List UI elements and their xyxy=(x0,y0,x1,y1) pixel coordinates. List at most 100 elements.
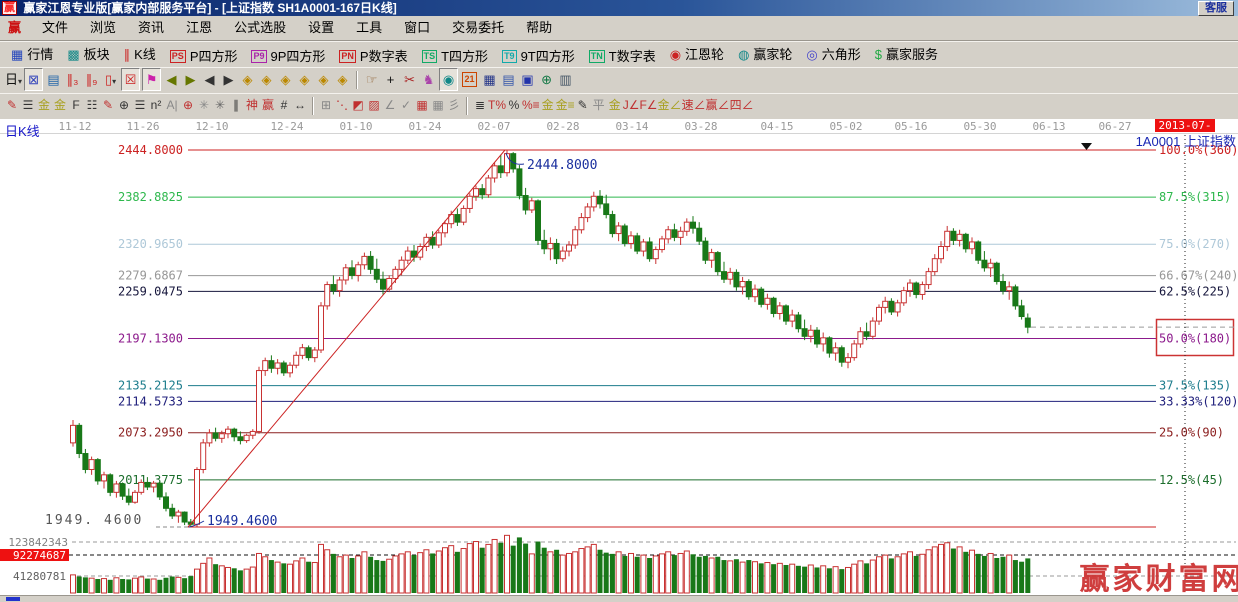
pen-icon[interactable]: ✎ xyxy=(4,95,20,116)
angle-icon[interactable]: ∠ xyxy=(382,95,398,116)
fibo-icon[interactable]: F xyxy=(68,95,84,116)
menu-item-6[interactable]: 工具 xyxy=(345,16,393,39)
toolbar-t-table-button[interactable]: TNT数字表 xyxy=(582,45,663,68)
gann-out-icon[interactable]: ◈ xyxy=(315,69,332,90)
ping-icon[interactable]: 平 xyxy=(591,95,607,116)
si-angle-icon[interactable]: 四∠ xyxy=(730,95,754,116)
toolbar-t-square-button[interactable]: TST四方形 xyxy=(415,45,495,68)
toolbar-kline-button[interactable]: ∥K线 xyxy=(117,43,163,66)
gann-both-icon[interactable]: ◈ xyxy=(277,69,294,90)
toolbar-p-table-button[interactable]: PNP数字表 xyxy=(332,45,414,68)
menu-item-7[interactable]: 窗口 xyxy=(393,16,441,39)
svg-text:1949. 4600: 1949. 4600 xyxy=(45,513,143,528)
menu-item-9[interactable]: 帮助 xyxy=(515,16,563,39)
customer-service-button[interactable]: 客服 xyxy=(1198,1,1234,16)
ying-icon[interactable]: 赢 xyxy=(260,95,276,116)
gann-right-icon[interactable]: ◈ xyxy=(258,69,275,90)
j-angle-icon[interactable]: J∠ xyxy=(623,95,640,116)
figure-icon[interactable]: ☒ xyxy=(121,68,140,91)
bars-9-icon[interactable]: ∥₉ xyxy=(83,69,100,90)
gann-all-icon[interactable]: ◈ xyxy=(334,69,351,90)
hand-icon[interactable]: ☞ xyxy=(363,69,380,90)
toolbar-9p-square-button[interactable]: P99P四方形 xyxy=(244,45,332,68)
menu-item-2[interactable]: 资讯 xyxy=(127,16,175,39)
star-chart-icon[interactable]: ⊠ xyxy=(24,68,43,91)
h-measure-icon[interactable]: ↔ xyxy=(292,95,308,116)
gann-left-icon[interactable]: ◈ xyxy=(239,69,256,90)
calculator-icon[interactable]: ▦ xyxy=(481,69,498,90)
gold-lines-2-icon[interactable]: 金 xyxy=(52,95,68,116)
network-icon[interactable]: ⊕ xyxy=(538,69,555,90)
pct-icon[interactable]: % xyxy=(506,95,522,116)
notes-icon[interactable]: ▤ xyxy=(500,69,517,90)
compass-icon[interactable]: ⊕ xyxy=(180,95,196,116)
gold-levels-icon[interactable]: 金≡ xyxy=(556,95,575,116)
chart-canvas[interactable]: 2444.8000100.0%(360)2382.882587.5%(315)2… xyxy=(0,133,1238,595)
toolbar-hexagon-button[interactable]: ◎六角形 xyxy=(799,43,867,66)
gold-circle-icon[interactable]: 金 xyxy=(540,95,556,116)
menu-item-5[interactable]: 设置 xyxy=(297,16,345,39)
arc-box-icon[interactable]: ◩ xyxy=(350,95,366,116)
hlines-icon[interactable]: ☰ xyxy=(20,95,36,116)
bars-pair-icon[interactable]: ∥ xyxy=(228,95,244,116)
flag-icon[interactable]: ⚑ xyxy=(142,68,161,91)
gann-in-icon[interactable]: ◈ xyxy=(296,69,313,90)
calendar-21-icon[interactable]: 21 xyxy=(462,72,477,87)
toolbar-sectors-button[interactable]: ▩板块 xyxy=(60,43,116,66)
t-pct-icon[interactable]: T% xyxy=(488,95,506,116)
menu-item-3[interactable]: 江恩 xyxy=(175,16,223,39)
knight-icon[interactable]: ♞ xyxy=(420,69,437,90)
menu-item-4[interactable]: 公式选股 xyxy=(223,16,297,39)
slashes-icon[interactable]: 彡 xyxy=(446,95,462,116)
n2-icon[interactable]: n² xyxy=(148,95,164,116)
su-angle-icon[interactable]: 速∠ xyxy=(682,95,706,116)
gold-2-icon[interactable]: 金 xyxy=(607,95,623,116)
toolbar-separator xyxy=(312,97,314,115)
ruler-icon[interactable]: # xyxy=(276,95,292,116)
gold-lines-1-icon[interactable]: 金 xyxy=(36,95,52,116)
gold-angle-icon[interactable]: 金∠ xyxy=(658,95,682,116)
toolbar-winner-wheel-button[interactable]: ◍赢家轮 xyxy=(731,43,799,66)
toolbar-gann-wheel-button[interactable]: ◉江恩轮 xyxy=(663,43,731,66)
candle-style-icon[interactable]: ▯▾ xyxy=(102,69,119,90)
check-line-icon[interactable]: ✓ xyxy=(398,95,414,116)
menu-item-1[interactable]: 浏览 xyxy=(79,16,127,39)
last-bar-icon[interactable]: ▶ xyxy=(182,69,199,90)
toolbar-p-square-button[interactable]: PSP四方形 xyxy=(163,45,245,68)
pen-2-icon[interactable]: ✎ xyxy=(100,95,116,116)
toolbar-9t-square-button[interactable]: T99T四方形 xyxy=(495,45,582,68)
fan-box-icon[interactable]: ▨ xyxy=(366,95,382,116)
toolbar-separator xyxy=(466,97,468,115)
shen-icon[interactable]: 神 xyxy=(244,95,260,116)
pen-3-icon[interactable]: ✎ xyxy=(575,95,591,116)
levels-icon[interactable]: ≣ xyxy=(472,95,488,116)
f-angle-icon[interactable]: F∠ xyxy=(639,95,657,116)
ying-angle-icon[interactable]: 赢∠ xyxy=(706,95,730,116)
brain-icon[interactable]: ◉ xyxy=(439,68,458,91)
print-icon[interactable]: ▥ xyxy=(557,69,574,90)
pct-lines-icon[interactable]: %≡ xyxy=(522,95,540,116)
board-icon[interactable]: ▤ xyxy=(45,69,62,90)
next-bar-icon[interactable]: ▶ xyxy=(220,69,237,90)
crosshair-icon[interactable]: + xyxy=(382,69,399,90)
save-icon[interactable]: ▣ xyxy=(519,69,536,90)
a-line-icon[interactable]: A| xyxy=(164,95,180,116)
box-sel-icon[interactable]: ⊞ xyxy=(318,95,334,116)
web-1-icon[interactable]: ✳ xyxy=(196,95,212,116)
toolbar-quote-button[interactable]: ▦行情 xyxy=(4,43,60,66)
toolbar-winner-service-button[interactable]: $赢家服务 xyxy=(868,43,945,66)
period-day-icon[interactable]: 日▾ xyxy=(5,69,22,90)
spiral-icon[interactable]: ☷ xyxy=(84,95,100,116)
bars-3-icon[interactable]: ∥₃ xyxy=(64,69,81,90)
fan-rays-icon[interactable]: ⋱ xyxy=(334,95,350,116)
prev-bar-icon[interactable]: ◀ xyxy=(201,69,218,90)
grid-lines-icon[interactable]: ☰ xyxy=(132,95,148,116)
grid-gray-icon[interactable]: ▦ xyxy=(430,95,446,116)
web-2-icon[interactable]: ✳ xyxy=(212,95,228,116)
first-bar-icon[interactable]: ◀ xyxy=(163,69,180,90)
grid-red-icon[interactable]: ▦ xyxy=(414,95,430,116)
menu-item-0[interactable]: 文件 xyxy=(31,16,79,39)
cycle-icon[interactable]: ⊕ xyxy=(116,95,132,116)
menu-item-8[interactable]: 交易委托 xyxy=(441,16,515,39)
scissors-icon[interactable]: ✂ xyxy=(401,69,418,90)
